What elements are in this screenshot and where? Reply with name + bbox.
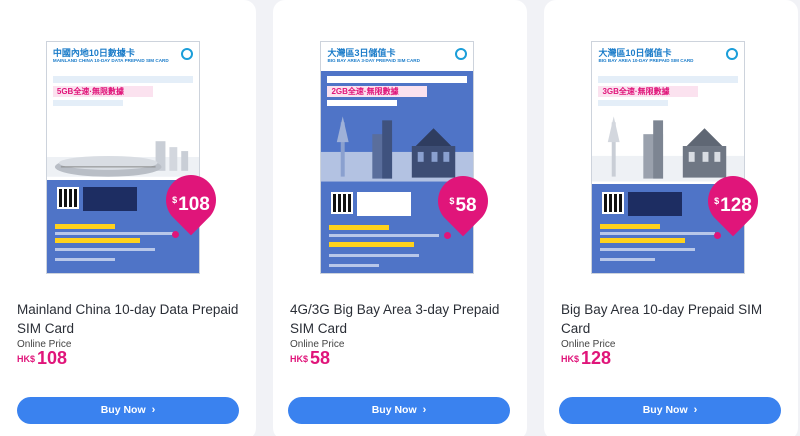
product-title[interactable]: Big Bay Area 10-day Prepaid SIM Card xyxy=(561,300,786,338)
price-amount: 108 xyxy=(37,348,68,368)
pin-dot xyxy=(444,232,451,239)
price-currency: HK$ xyxy=(561,354,580,364)
package-line xyxy=(600,238,686,243)
product-price: HK$ 108 xyxy=(17,348,67,369)
pin-dot xyxy=(714,232,721,239)
buy-now-label: Buy Now xyxy=(642,404,688,416)
product-image-sim-package[interactable]: 大灣區3日儲值卡 BIG BAY AREA 3-DAY PREPAID SIM … xyxy=(320,41,475,274)
package-line xyxy=(598,76,739,83)
chevron-right-icon: › xyxy=(422,404,427,416)
carrier-logo-icon xyxy=(455,48,468,60)
promo-box xyxy=(628,192,683,216)
package-price-badge: $58 xyxy=(449,195,477,216)
price-amount: 128 xyxy=(581,348,612,368)
package-line xyxy=(54,248,155,251)
package-line xyxy=(54,232,175,235)
chevron-right-icon: › xyxy=(151,404,156,416)
package-subheading: BIG BAY AREA 3-DAY PREPAID SIM CARD xyxy=(327,58,420,63)
package-line xyxy=(600,258,656,261)
package-line xyxy=(329,254,420,257)
skyline-illustration xyxy=(592,116,745,182)
package-line xyxy=(329,225,390,230)
package-line xyxy=(54,224,115,229)
package-line xyxy=(327,76,468,83)
package-line xyxy=(52,76,193,83)
carrier-logo-icon xyxy=(726,48,739,60)
package-line xyxy=(52,100,123,106)
skyline-illustration xyxy=(321,116,474,182)
product-card[interactable]: 中國內地10日數據卡 MAINLAND CHINA 10-DAY DATA PR… xyxy=(0,0,256,436)
package-price-badge: $108 xyxy=(172,194,210,215)
package-price-badge: $128 xyxy=(714,195,752,216)
product-title[interactable]: Mainland China 10-day Data Prepaid SIM C… xyxy=(17,300,242,338)
price-currency: HK$ xyxy=(290,354,309,364)
buy-now-label: Buy Now xyxy=(371,404,417,416)
product-image-sim-package[interactable]: 中國內地10日數據卡 MAINLAND CHINA 10-DAY DATA PR… xyxy=(45,41,200,274)
product-price: HK$ 58 xyxy=(290,348,330,369)
package-line xyxy=(598,100,669,106)
package-highlight: 2GB全速·無限數據 xyxy=(327,86,428,97)
package-line xyxy=(600,232,716,235)
buy-now-label: Buy Now xyxy=(100,404,146,416)
product-image-sim-package[interactable]: 大灣區10日儲值卡 BIG BAY AREA 10-DAY PREPAID SI… xyxy=(591,41,746,274)
product-card[interactable]: 大灣區3日儲值卡 BIG BAY AREA 3-DAY PREPAID SIM … xyxy=(273,0,527,436)
stadium-illustration xyxy=(46,141,199,177)
qr-code-icon xyxy=(331,192,354,214)
qr-code-icon xyxy=(56,187,79,209)
package-line xyxy=(54,238,140,243)
promo-box xyxy=(82,187,137,211)
product-title[interactable]: 4G/3G Big Bay Area 3-day Prepaid SIM Car… xyxy=(290,300,515,338)
package-subheading: MAINLAND CHINA 10-DAY DATA PREPAID SIM C… xyxy=(52,58,169,63)
qr-code-icon xyxy=(602,192,625,214)
package-line xyxy=(327,100,398,106)
carrier-logo-icon xyxy=(180,48,193,60)
buy-now-button[interactable]: Buy Now › xyxy=(559,397,781,424)
package-subheading: BIG BAY AREA 10-DAY PREPAID SIM CARD xyxy=(598,58,694,63)
promo-box xyxy=(357,192,412,216)
price-amount: 58 xyxy=(310,348,331,368)
product-card[interactable]: 大灣區10日儲值卡 BIG BAY AREA 10-DAY PREPAID SI… xyxy=(544,0,798,436)
package-highlight: 5GB全速·無限數據 xyxy=(52,86,153,97)
pin-dot xyxy=(172,231,179,238)
product-price: HK$ 128 xyxy=(561,348,611,369)
buy-now-button[interactable]: Buy Now › xyxy=(17,397,239,424)
package-highlight: 3GB全速·無限數據 xyxy=(598,86,699,97)
chevron-right-icon: › xyxy=(693,404,698,416)
package-line xyxy=(600,224,661,229)
package-line xyxy=(600,248,696,251)
package-line xyxy=(329,234,440,237)
package-line xyxy=(329,264,380,267)
package-line xyxy=(329,242,415,247)
package-line xyxy=(54,258,115,261)
price-currency: HK$ xyxy=(17,354,36,364)
buy-now-button[interactable]: Buy Now › xyxy=(288,397,510,424)
